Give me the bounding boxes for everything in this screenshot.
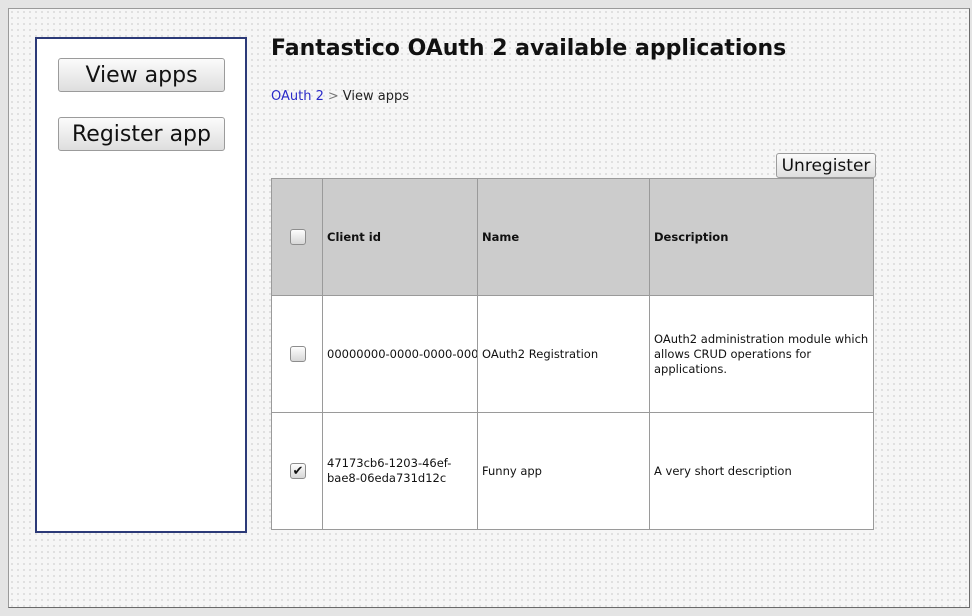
row-select-cell [271, 295, 323, 413]
browser-window: View apps Register app Fantastico OAuth … [8, 8, 970, 608]
client-id-line: bae8-06eda731d12c [327, 471, 447, 485]
select-all-checkbox[interactable] [290, 229, 306, 245]
page-title: Fantastico OAuth 2 available application… [271, 36, 787, 61]
client-id-cell: 47173cb6-1203-46ef-bae8-06eda731d12c [322, 412, 478, 530]
row-checkbox[interactable]: ✔ [290, 463, 306, 479]
breadcrumb: OAuth 2 > View apps [271, 89, 409, 104]
unregister-button[interactable]: Unregister [776, 153, 876, 178]
row-checkbox[interactable] [290, 346, 306, 362]
column-header-name: Name [477, 178, 650, 296]
register-app-button[interactable]: Register app [58, 117, 225, 151]
view-apps-button[interactable]: View apps [58, 58, 225, 92]
column-header-description: Description [649, 178, 874, 296]
description-cell: A very short description [649, 412, 874, 530]
table-header-row: Client id Name Description [271, 178, 874, 296]
sidebar: View apps Register app [35, 37, 247, 533]
table-row: 00000000-0000-0000-0000-000000000000 OAu… [271, 295, 874, 413]
name-cell: Funny app [477, 412, 650, 530]
row-select-cell: ✔ [271, 412, 323, 530]
table-row: ✔ 47173cb6-1203-46ef-bae8-06eda731d12c F… [271, 412, 874, 530]
breadcrumb-separator: > [327, 89, 339, 104]
check-mark-icon: ✔ [292, 463, 304, 479]
select-all-cell [271, 178, 323, 296]
client-id-cell: 00000000-0000-0000-0000-000000000000 [322, 295, 478, 413]
description-cell: OAuth2 administration module which allow… [649, 295, 874, 413]
breadcrumb-link-oauth2[interactable]: OAuth 2 [271, 89, 324, 104]
breadcrumb-current: View apps [342, 89, 410, 104]
client-id-line: 47173cb6-1203-46ef- [327, 456, 452, 470]
column-header-client-id: Client id [322, 178, 478, 296]
apps-table: Client id Name Description 00000000-0000… [271, 178, 874, 530]
name-cell: OAuth2 Registration [477, 295, 650, 413]
